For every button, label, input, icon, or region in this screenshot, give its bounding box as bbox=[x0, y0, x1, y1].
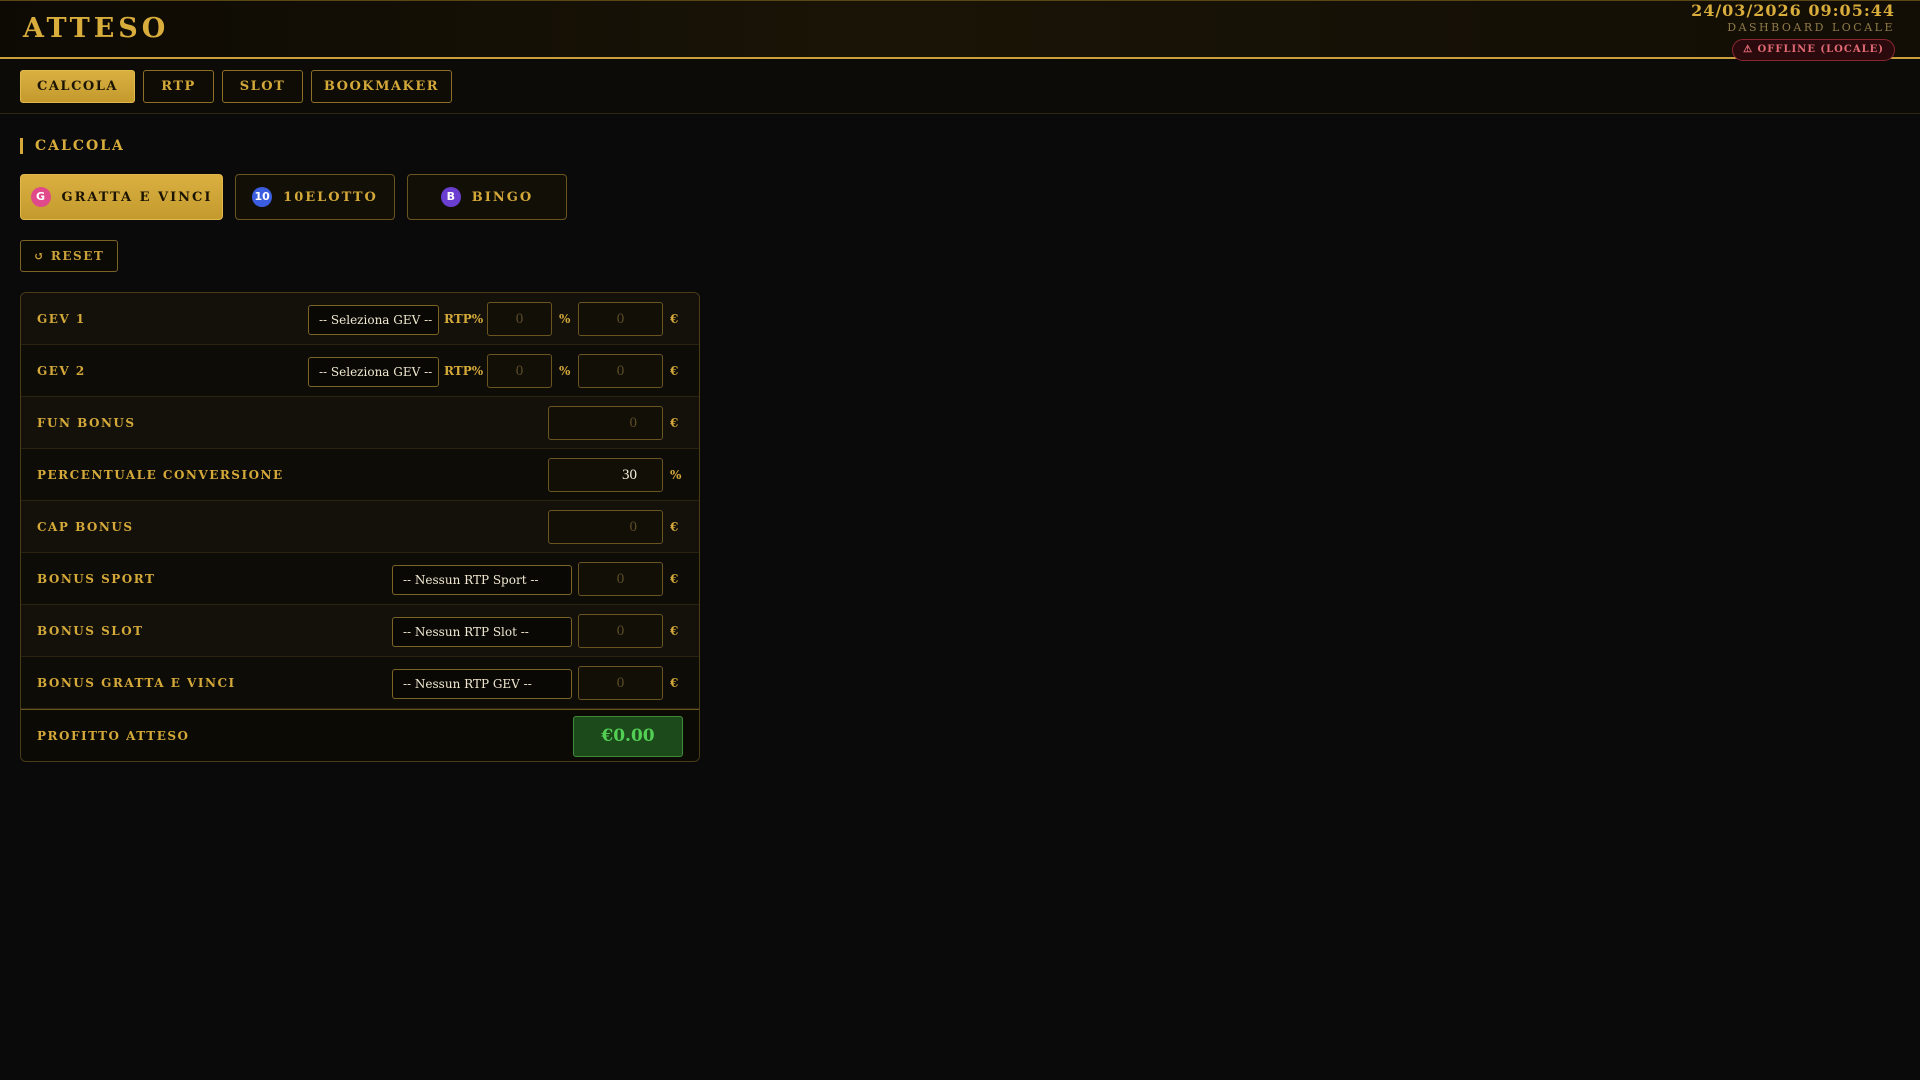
dashboard-subtitle: DASHBOARD LOCALE bbox=[1727, 21, 1895, 34]
game-bingo-button[interactable]: B BINGO bbox=[407, 174, 567, 220]
gev1-label: GEV 1 bbox=[37, 312, 86, 326]
gratta-e-vinci-icon: G bbox=[30, 187, 51, 207]
tab-slot[interactable]: SLOT bbox=[222, 70, 303, 103]
profitto-value: €0.00 bbox=[573, 716, 683, 757]
fun-bonus-unit: € bbox=[670, 416, 679, 430]
gev2-amount-unit: € bbox=[670, 364, 679, 378]
gev1-rtp-unit: % bbox=[559, 312, 571, 326]
game-gratta-e-vinci-button[interactable]: G GRATTA E VINCI bbox=[20, 174, 223, 220]
form-row-gev2: GEV 2 -- Seleziona GEV -- RTP% 0 % 0 € bbox=[21, 345, 699, 397]
bonus-gev-label: BONUS GRATTA E VINCI bbox=[37, 676, 236, 690]
form-row-fun-bonus: FUN BONUS 0 € bbox=[21, 397, 699, 449]
gev1-amount-input[interactable]: 0 bbox=[578, 302, 663, 336]
cap-bonus-label: CAP BONUS bbox=[37, 520, 134, 534]
bonus-sport-label: BONUS SPORT bbox=[37, 572, 156, 586]
datetime-display: 24/03/2026 09:05:44 bbox=[1691, 1, 1895, 20]
conversione-input[interactable]: 30 bbox=[548, 458, 663, 492]
gev2-label: GEV 2 bbox=[37, 364, 86, 378]
app-header: ATTESO 24/03/2026 09:05:44 DASHBOARD LOC… bbox=[0, 0, 1920, 61]
bonus-gev-input[interactable]: 0 bbox=[578, 666, 663, 700]
game-label: GRATTA E VINCI bbox=[61, 189, 213, 205]
cap-bonus-input[interactable]: 0 bbox=[548, 510, 663, 544]
conversione-label: PERCENTUALE CONVERSIONE bbox=[37, 468, 284, 482]
game-label: 10ELOTTO bbox=[283, 189, 378, 205]
main-nav: CALCOLA RTP SLOT BOOKMAKER bbox=[0, 61, 1920, 114]
app-title: ATTESO bbox=[23, 13, 170, 44]
bonus-slot-select[interactable]: -- Nessun RTP Slot -- bbox=[392, 617, 572, 647]
bonus-slot-unit: € bbox=[670, 624, 679, 638]
calc-form-panel: GEV 1 -- Seleziona GEV -- RTP% 0 % 0 € G… bbox=[20, 292, 700, 762]
form-row-bonus-gev: BONUS GRATTA E VINCI -- Nessun RTP GEV -… bbox=[21, 657, 699, 709]
cap-bonus-unit: € bbox=[670, 520, 679, 534]
fun-bonus-input[interactable]: 0 bbox=[548, 406, 663, 440]
conversione-unit: % bbox=[670, 468, 682, 482]
bonus-gev-unit: € bbox=[670, 676, 679, 690]
form-row-gev1: GEV 1 -- Seleziona GEV -- RTP% 0 % 0 € bbox=[21, 293, 699, 345]
gev1-select[interactable]: -- Seleziona GEV -- bbox=[308, 305, 439, 335]
gev2-rtp-unit: % bbox=[559, 364, 571, 378]
bonus-gev-select[interactable]: -- Nessun RTP GEV -- bbox=[392, 669, 572, 699]
bonus-sport-unit: € bbox=[670, 572, 679, 586]
section-title: CALCOLA bbox=[20, 138, 125, 154]
game-label: BINGO bbox=[471, 189, 534, 205]
tab-rtp[interactable]: RTP bbox=[143, 70, 214, 103]
offline-status-badge: ⚠ OFFLINE (LOCALE) bbox=[1732, 39, 1895, 61]
gev2-rtp-input[interactable]: 0 bbox=[487, 354, 552, 388]
bonus-sport-input[interactable]: 0 bbox=[578, 562, 663, 596]
gev2-rtp-label: RTP% bbox=[444, 364, 484, 378]
fun-bonus-label: FUN BONUS bbox=[37, 416, 136, 430]
gev1-amount-unit: € bbox=[670, 312, 679, 326]
bonus-slot-input[interactable]: 0 bbox=[578, 614, 663, 648]
profitto-label: PROFITTO ATTESO bbox=[37, 729, 190, 743]
gev2-select[interactable]: -- Seleziona GEV -- bbox=[308, 357, 439, 387]
reset-button[interactable]: ↺ RESET bbox=[20, 240, 118, 272]
gev2-amount-input[interactable]: 0 bbox=[578, 354, 663, 388]
10elotto-icon: 10 bbox=[252, 187, 273, 207]
bonus-sport-select[interactable]: -- Nessun RTP Sport -- bbox=[392, 565, 572, 595]
form-row-profitto: PROFITTO ATTESO €0.00 bbox=[21, 709, 699, 761]
form-row-conversione: PERCENTUALE CONVERSIONE 30 % bbox=[21, 449, 699, 501]
gev1-rtp-input[interactable]: 0 bbox=[487, 302, 552, 336]
game-10elotto-button[interactable]: 10 10ELOTTO bbox=[235, 174, 395, 220]
bonus-slot-label: BONUS SLOT bbox=[37, 624, 144, 638]
form-row-bonus-slot: BONUS SLOT -- Nessun RTP Slot -- 0 € bbox=[21, 605, 699, 657]
tab-bookmaker[interactable]: BOOKMAKER bbox=[311, 70, 452, 103]
tab-calcola[interactable]: CALCOLA bbox=[20, 70, 135, 103]
bingo-icon: B bbox=[440, 187, 461, 207]
form-row-bonus-sport: BONUS SPORT -- Nessun RTP Sport -- 0 € bbox=[21, 553, 699, 605]
form-row-cap-bonus: CAP BONUS 0 € bbox=[21, 501, 699, 553]
gev1-rtp-label: RTP% bbox=[444, 312, 484, 326]
